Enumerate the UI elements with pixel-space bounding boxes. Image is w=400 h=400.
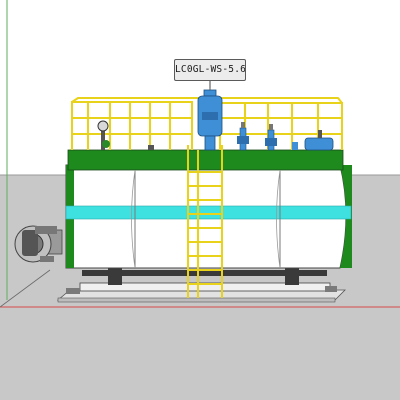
sky (0, 0, 400, 175)
model-label: LC0GL-WS-5.6 (174, 59, 246, 81)
cyan-stripe (65, 205, 352, 220)
top-band (67, 149, 344, 171)
boiler-shell (65, 149, 352, 269)
